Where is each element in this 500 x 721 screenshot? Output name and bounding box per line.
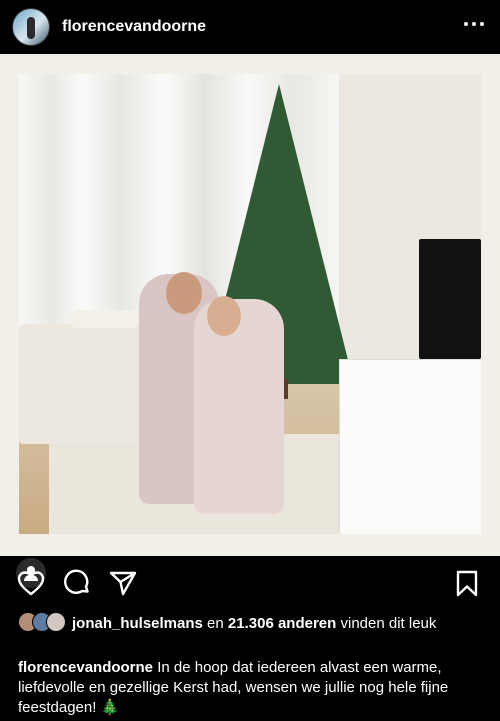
liker-username[interactable]: jonah_hulselmans <box>72 615 203 632</box>
person-left-head <box>166 272 202 314</box>
comment-icon[interactable] <box>62 568 92 598</box>
heart-icon[interactable] <box>16 568 46 598</box>
photo-scene <box>19 74 481 534</box>
likes-connector: en <box>207 615 224 632</box>
caption-username[interactable]: florencevandoorne <box>18 659 153 676</box>
tv-cabinet <box>339 359 481 534</box>
post-caption: florencevandoorne In de hoop dat iederee… <box>18 658 484 718</box>
person-right-head <box>207 296 241 336</box>
more-icon[interactable] <box>464 14 484 34</box>
likes-count[interactable]: 21.306 anderen <box>228 615 336 632</box>
post-username[interactable]: florencevandoorne <box>62 18 206 36</box>
liker-avatars <box>18 612 72 632</box>
likes-line: jonah_hulselmans en 21.306 anderen vinde… <box>18 612 488 634</box>
profile-avatar[interactable] <box>12 8 50 46</box>
person-right <box>194 299 284 514</box>
television <box>419 239 481 359</box>
post-header: florencevandoorne <box>0 0 500 54</box>
bookmark-icon[interactable] <box>452 568 482 598</box>
likes-suffix: vinden dit leuk <box>340 615 437 632</box>
post-photo[interactable] <box>0 54 500 588</box>
share-icon[interactable] <box>108 568 138 598</box>
action-bar <box>0 562 500 604</box>
pillow <box>69 310 141 328</box>
